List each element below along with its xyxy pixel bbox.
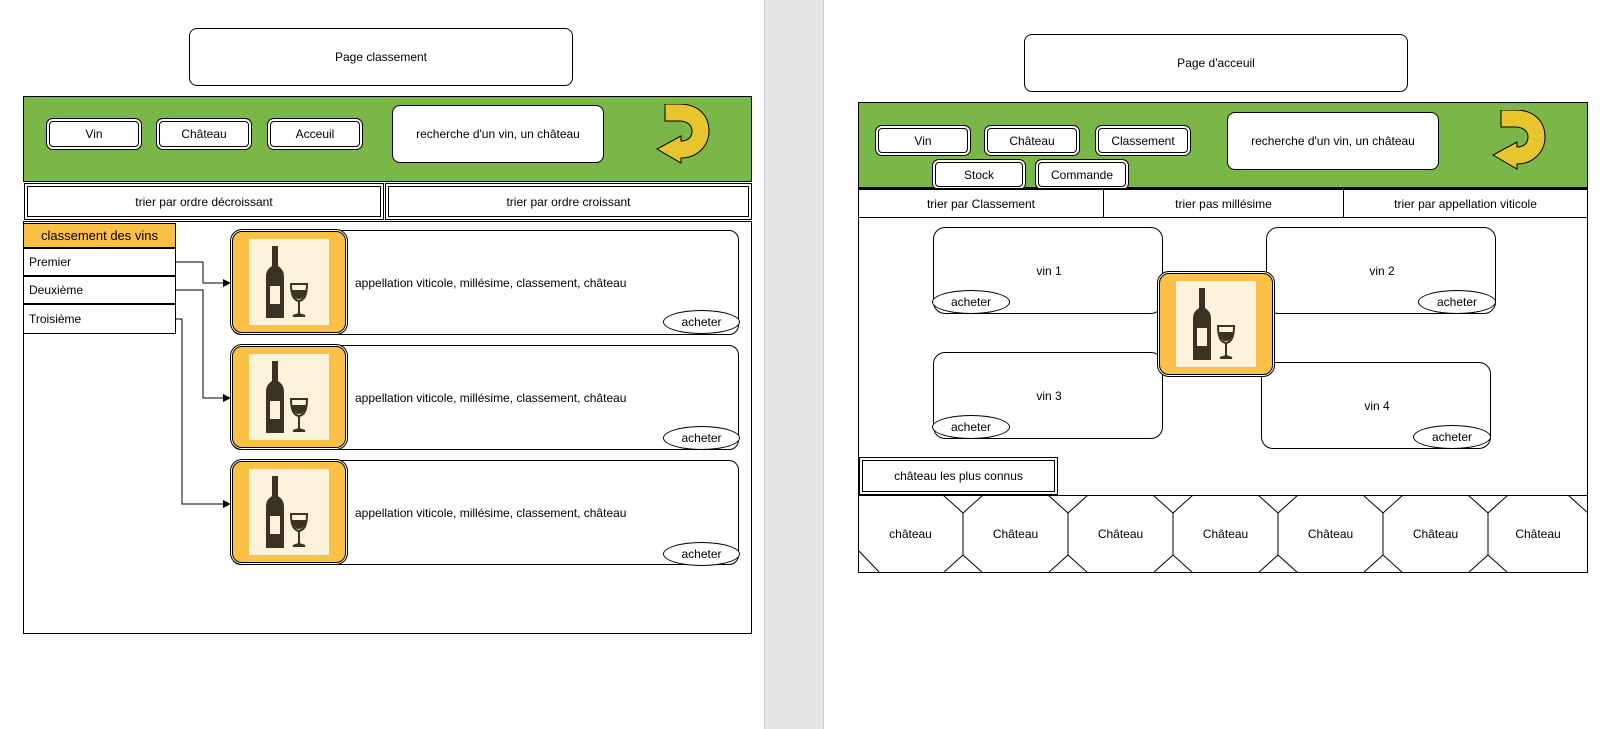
nav-button-stock[interactable]: Stock <box>935 162 1023 187</box>
connector-premier <box>176 261 231 287</box>
nav-button-label: Classement <box>1111 133 1175 148</box>
buy-button-label: acheter <box>1431 430 1473 444</box>
page-gutter <box>764 0 824 729</box>
nav-button-commande[interactable]: Commande <box>1038 162 1126 187</box>
sort-label: trier par Classement <box>926 196 1036 211</box>
wine-bottle-glass-icon <box>266 476 309 548</box>
chateau-label: Château <box>1202 527 1249 541</box>
buy-button[interactable]: acheter <box>663 426 740 450</box>
chateau-item[interactable]: Château <box>1068 495 1173 573</box>
famous-chateaux-header: château les plus connus <box>859 457 1058 495</box>
sort-by-millesime[interactable]: trier pas millésime <box>1103 189 1344 218</box>
nav-button-label: Vin <box>914 133 932 148</box>
featured-wine-image <box>1159 273 1273 375</box>
buy-button[interactable]: acheter <box>663 310 740 334</box>
famous-chateaux-header-text: château les plus connus <box>894 469 1023 483</box>
chateau-item[interactable]: Château <box>1278 495 1383 573</box>
chateau-label: Château <box>1412 527 1459 541</box>
search-input[interactable]: recherche d'un vin, un château <box>1227 112 1439 170</box>
nav-button-label: Château <box>1009 133 1055 148</box>
sort-by-appellation[interactable]: trier par appellation viticole <box>1343 189 1588 218</box>
wine-image <box>232 461 346 563</box>
page-title: Page d'acceuil <box>1024 34 1408 92</box>
buy-button-label: acheter <box>950 420 992 434</box>
buy-button[interactable]: acheter <box>1413 425 1491 449</box>
buy-button[interactable]: acheter <box>932 415 1010 439</box>
chateau-label: Château <box>992 527 1039 541</box>
buy-button[interactable]: acheter <box>932 290 1010 314</box>
nav-button-vin[interactable]: Vin <box>878 128 968 153</box>
search-placeholder: recherche d'un vin, un château <box>1251 134 1415 148</box>
chateau-item[interactable]: château <box>858 495 963 573</box>
wine-image <box>232 346 346 448</box>
wine-tile-label: vin 4 <box>1364 399 1390 413</box>
sort-by-classement[interactable]: trier par Classement <box>858 189 1104 218</box>
wine-tile-label: vin 3 <box>1036 389 1062 403</box>
nav-button-label: Stock <box>963 167 994 182</box>
nav-button-label: Commande <box>1050 167 1114 182</box>
buy-button-label: acheter <box>950 295 992 309</box>
chateau-label: Château <box>1097 527 1144 541</box>
chateau-label: château <box>889 527 932 541</box>
wine-card-text: appellation viticole, millésime, classem… <box>355 391 627 405</box>
sort-label: trier par appellation viticole <box>1394 196 1537 211</box>
wine-card-text: appellation viticole, millésime, classem… <box>355 506 627 520</box>
wine-card-text: appellation viticole, millésime, classem… <box>355 276 627 290</box>
connector-deuxieme <box>176 289 231 402</box>
wine-bottle-glass-icon <box>266 246 309 318</box>
wine-bottle-glass-icon <box>1193 288 1236 360</box>
nav-button-classement[interactable]: Classement <box>1098 128 1188 153</box>
wine-tile-label: vin 1 <box>1036 264 1062 278</box>
buy-button[interactable]: acheter <box>663 542 740 566</box>
buy-button-label: acheter <box>681 547 722 561</box>
nav-button-chateau[interactable]: Château <box>987 128 1077 153</box>
chateau-label: Château <box>1307 527 1354 541</box>
sort-label: trier pas millésime <box>1175 196 1272 211</box>
buy-button[interactable]: acheter <box>1418 290 1496 314</box>
page-title-text: Page d'acceuil <box>1177 56 1255 70</box>
chateau-label: Château <box>1515 527 1561 541</box>
chateau-item[interactable]: Château <box>1488 495 1588 573</box>
chateau-item[interactable]: Château <box>1173 495 1278 573</box>
buy-button-label: acheter <box>1436 295 1478 309</box>
ranking-page: Page classement Vin Château Acceuil rech… <box>0 0 764 729</box>
wine-image <box>232 231 346 333</box>
home-page: Page d'acceuil Vin Château Classement St… <box>824 0 1606 729</box>
back-arrow-icon[interactable] <box>1491 109 1547 172</box>
buy-button-label: acheter <box>681 315 722 329</box>
chateau-item[interactable]: Château <box>963 495 1068 573</box>
buy-button-label: acheter <box>681 431 722 445</box>
chateau-item[interactable]: Château <box>1383 495 1488 573</box>
wine-bottle-glass-icon <box>266 361 309 433</box>
wine-tile-label: vin 2 <box>1369 264 1395 278</box>
